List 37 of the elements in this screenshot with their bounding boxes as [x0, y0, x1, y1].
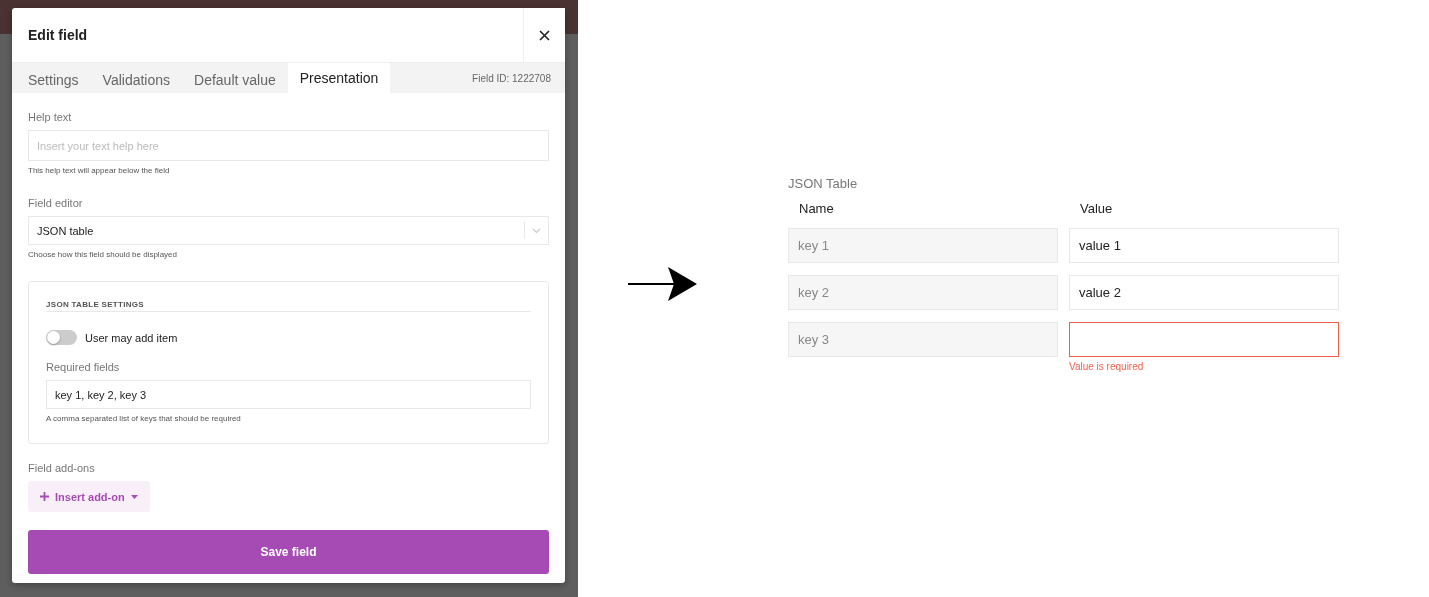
dialog-title: Edit field	[27, 27, 89, 43]
tab[interactable]: Validations	[90, 67, 183, 93]
plus-icon	[40, 492, 49, 501]
field-editor-select[interactable]: JSON table	[28, 216, 549, 245]
field-label: Field editor	[28, 197, 84, 209]
tab[interactable]: Settings	[16, 67, 91, 93]
field-id: Field ID: 1222708	[472, 72, 551, 84]
caret-icon	[130, 494, 138, 499]
toggle-label: User may add item	[85, 331, 178, 344]
value-field[interactable]	[1069, 322, 1339, 357]
field-hint: Choose how this field should be displayed	[28, 250, 178, 259]
key-field[interactable]: key 3	[788, 322, 1058, 357]
column-header: Value	[1079, 201, 1114, 216]
help-text-field[interactable]: Insert your text help here	[28, 130, 549, 161]
chevron-down-icon	[532, 227, 541, 234]
tab[interactable]: Presentation	[287, 63, 391, 93]
field-hint: This help text will appear below the field	[28, 166, 171, 175]
column-header: Name	[798, 201, 835, 216]
value-field[interactable]: value 1	[1069, 228, 1339, 263]
field-hint: A comma separated list of keys that should be required	[46, 414, 242, 423]
field-label: Help text	[28, 111, 73, 123]
error-message: Value is required	[1069, 361, 1145, 372]
toggle-switch[interactable]	[46, 330, 77, 345]
tab[interactable]: Default value	[182, 67, 288, 93]
close-icon	[539, 29, 550, 41]
required-fields-field[interactable]: key 1, key 2, key 3	[46, 380, 531, 409]
arrow-icon	[628, 267, 697, 301]
insert-addon-button[interactable]: Insert add-on	[28, 481, 150, 512]
field-label: Field add-ons	[28, 462, 96, 474]
section-heading: JSON TABLE SETTINGS	[46, 300, 531, 312]
save-button[interactable]: Save field	[28, 530, 549, 574]
table-title: JSON Table	[788, 176, 859, 191]
key-field[interactable]: key 1	[788, 228, 1058, 263]
field-label: Required fields	[46, 361, 121, 373]
close-button[interactable]	[523, 8, 565, 62]
value-field[interactable]: value 2	[1069, 275, 1339, 310]
key-field[interactable]: key 2	[788, 275, 1058, 310]
